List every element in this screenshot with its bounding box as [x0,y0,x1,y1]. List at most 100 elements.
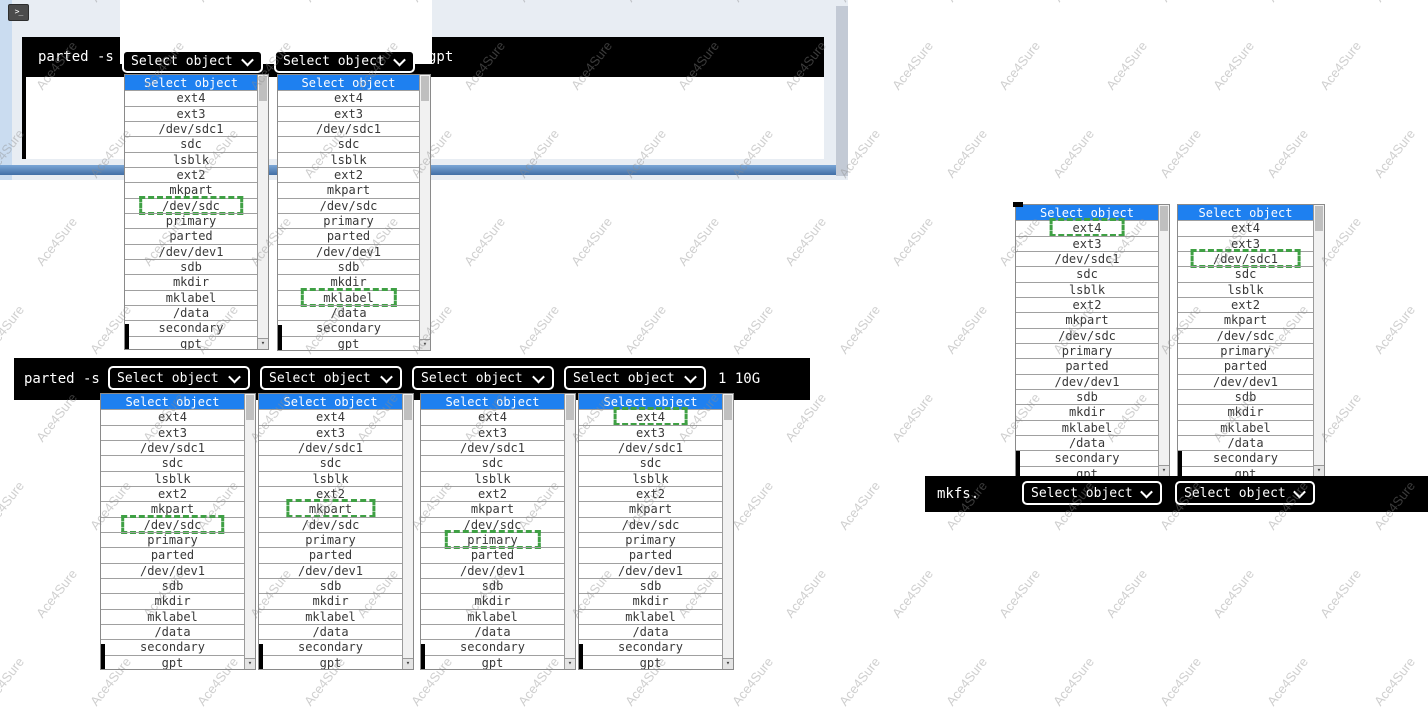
dropdown-option[interactable]: sdc [259,455,402,470]
dropdown-option[interactable]: sdc [125,136,257,151]
dropdown-option[interactable]: sdb [421,578,564,593]
dropdown-option[interactable]: Select object [101,394,244,409]
dropdown-option[interactable]: mkdir [1016,404,1158,419]
dropdown-option[interactable]: mkpart [1016,312,1158,327]
dropdown-option[interactable]: lsblk [579,471,722,486]
dropdown-option[interactable]: ext3 [1178,236,1313,251]
dropdown-option[interactable]: ext3 [579,425,722,440]
scroll-down-arrow[interactable]: ▾ [258,338,268,349]
dropdown-option[interactable]: /data [421,624,564,639]
dropdown-option[interactable]: /dev/sdc [421,517,564,532]
dropdown-option[interactable]: /data [259,624,402,639]
dropdown-option[interactable]: mkdir [101,593,244,608]
dropdown-option[interactable]: ext2 [101,486,244,501]
dropdown-option[interactable]: /dev/sdc1 [421,440,564,455]
dropdown-option[interactable]: gpt [259,655,402,670]
dropdown-option[interactable]: sdb [1016,389,1158,404]
dropdown-option[interactable]: /dev/sdc1 [101,440,244,455]
dropdown-option[interactable]: mklabel [125,290,257,305]
scrollbar-thumb[interactable] [421,76,429,101]
dropdown-option[interactable]: ext4 [125,90,257,105]
dropdown-option[interactable]: lsblk [101,471,244,486]
dropdown-option[interactable]: primary [1016,343,1158,358]
mkfs-select-2[interactable]: Select object [1175,481,1315,505]
terminal-select-1[interactable]: Select object [122,50,263,73]
dropdown-option[interactable]: mkpart [278,182,419,197]
dropdown-option[interactable]: sdb [259,578,402,593]
dropdown-option[interactable]: /dev/dev1 [125,244,257,259]
dropdown-option[interactable]: ext2 [1016,297,1158,312]
dropdown-option[interactable]: sdb [1178,389,1313,404]
dropdown-option[interactable]: /dev/sdc [125,198,257,213]
dropdown-option[interactable]: lsblk [278,152,419,167]
dropdown-option[interactable]: mklabel [278,290,419,305]
scrollbar-thumb[interactable] [724,395,732,420]
scrollbar-thumb[interactable] [404,395,412,420]
dropdown-option[interactable]: /data [125,305,257,320]
dropdown-option[interactable]: secondary [101,639,244,654]
dropdown-option[interactable]: /data [278,305,419,320]
dropdown-option[interactable]: secondary [125,320,257,335]
dropdown-option[interactable]: /dev/dev1 [101,563,244,578]
dropdown-option[interactable]: lsblk [125,152,257,167]
dropdown-option[interactable]: /dev/sdc1 [1016,251,1158,266]
dropdown-option[interactable]: gpt [101,655,244,670]
dropdown-option[interactable]: mkdir [259,593,402,608]
dropdown-option[interactable]: ext3 [259,425,402,440]
dropdown-option[interactable]: /dev/dev1 [278,244,419,259]
dropdown-option[interactable]: sdc [1016,266,1158,281]
dropdown-option[interactable]: ext2 [579,486,722,501]
dropdown-option[interactable]: /dev/sdc [1016,328,1158,343]
dropdown-option[interactable]: parted [1178,358,1313,373]
dropdown-option[interactable]: mkdir [579,593,722,608]
dropdown-option[interactable]: parted [579,547,722,562]
dropdown-option[interactable]: ext4 [259,409,402,424]
dropdown-option[interactable]: sdc [278,136,419,151]
dropdown-option[interactable]: primary [579,532,722,547]
dropdown-option[interactable]: gpt [579,655,722,670]
dropdown-option[interactable]: /data [101,624,244,639]
dropdown-option[interactable]: lsblk [421,471,564,486]
dropdown-option[interactable]: secondary [1016,450,1158,465]
dropdown-option[interactable]: /dev/sdc1 [278,121,419,136]
dropdown-option[interactable]: parted [101,547,244,562]
dropdown-option[interactable]: /dev/sdc [259,517,402,532]
dropdown-option[interactable]: mkdir [278,274,419,289]
dropdown-option[interactable]: sdb [278,259,419,274]
dropdown-option[interactable]: parted [278,228,419,243]
dropdown-option[interactable]: secondary [278,320,419,335]
mkfs-select-1[interactable]: Select object [1022,481,1162,505]
dropdown-option[interactable]: /dev/dev1 [421,563,564,578]
dropdown-option[interactable]: ext4 [278,90,419,105]
dropdown-option[interactable]: ext4 [579,409,722,424]
dropdown-option[interactable]: mkpart [579,501,722,516]
dropdown-option[interactable]: Select object [1178,205,1313,220]
dropdown-option[interactable]: ext4 [1016,220,1158,235]
dropdown-option[interactable]: primary [278,213,419,228]
scrollbar-thumb[interactable] [1315,206,1323,231]
dropdown-option[interactable]: parted [421,547,564,562]
dropdown-option[interactable]: primary [259,532,402,547]
scroll-down-arrow[interactable]: ▾ [723,658,733,669]
dropdown-option[interactable]: ext3 [1016,236,1158,251]
parted-select-1[interactable]: Select object [108,366,250,390]
dropdown-option[interactable]: /dev/dev1 [259,563,402,578]
dropdown-option[interactable]: primary [1178,343,1313,358]
parted-select-3[interactable]: Select object [412,366,554,390]
dropdown-option[interactable]: ext4 [421,409,564,424]
dropdown-option[interactable]: ext2 [259,486,402,501]
dropdown-option[interactable]: mkpart [259,501,402,516]
dropdown-option[interactable]: primary [421,532,564,547]
dropdown-option[interactable]: gpt [278,336,419,351]
dropdown-option[interactable]: sdb [101,578,244,593]
scroll-down-arrow[interactable]: ▾ [565,658,575,669]
dropdown-option[interactable]: parted [1016,358,1158,373]
dropdown-option[interactable]: ext2 [1178,297,1313,312]
dropdown-option[interactable]: mkpart [1178,312,1313,327]
dropdown-option[interactable]: mkpart [125,182,257,197]
scroll-down-arrow[interactable]: ▾ [245,658,255,669]
dropdown-option[interactable]: ext3 [101,425,244,440]
dropdown-option[interactable]: gpt [421,655,564,670]
dropdown-option[interactable]: ext4 [101,409,244,424]
dropdown-option[interactable]: mklabel [579,609,722,624]
